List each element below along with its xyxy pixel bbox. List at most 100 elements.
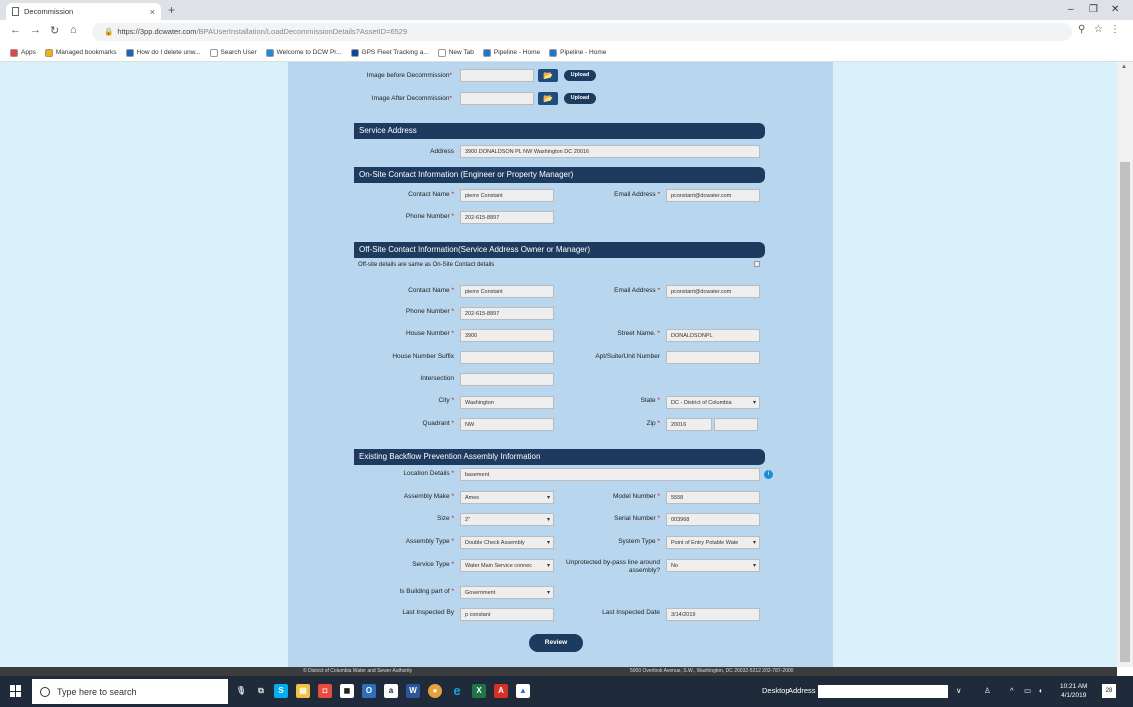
intersection-input[interactable] (460, 373, 554, 386)
bookmark-item[interactable]: Pipeline - Home (482, 48, 540, 57)
service-type-select[interactable]: Water Main Service connec ▾ (460, 559, 554, 572)
assembly-make-select[interactable]: Ames ▾ (460, 491, 554, 504)
folder-icon[interactable]: 📂 (538, 92, 558, 105)
tab-decommission[interactable]: Decommission × (6, 3, 161, 20)
zoom-icon[interactable]: ⚲ (1078, 24, 1085, 35)
word-icon[interactable]: W (406, 684, 420, 698)
chevron-down-icon[interactable]: ∨ (956, 686, 962, 695)
scroll-thumb[interactable] (1120, 162, 1130, 662)
bookmark-label: How do I delete unw... (136, 49, 201, 56)
file-explorer-icon[interactable]: ▤ (296, 684, 310, 698)
onsite-email-label: Email Address * (614, 191, 660, 198)
building-part-select[interactable]: Government ▾ (460, 586, 554, 599)
bookmark-item[interactable]: Apps (10, 48, 36, 57)
taskbar-clock[interactable]: 10:21 AM 4/1/2019 (1060, 682, 1087, 700)
location-details-input[interactable]: basement (460, 468, 760, 481)
amazon-icon[interactable]: a (384, 684, 398, 698)
photos-icon[interactable]: ▲ (516, 684, 530, 698)
page-scrollbar[interactable]: ▲ (1117, 62, 1133, 667)
bookmark-item[interactable]: Pipeline - Home (549, 48, 606, 57)
app-red-icon[interactable]: ◘ (318, 684, 332, 698)
upload-before-button[interactable]: Upload (564, 70, 596, 81)
chrome-icon[interactable]: ● (428, 684, 442, 698)
assembly-type-select[interactable]: Double Check Assembly ▾ (460, 536, 554, 549)
onsite-contact-name-input[interactable]: pierre Constant (460, 189, 554, 202)
taskbar-search-input[interactable]: Type here to search (32, 679, 228, 704)
zip-ext-input[interactable] (714, 418, 758, 431)
close-tab-icon[interactable]: × (150, 7, 155, 17)
windows-start-icon[interactable] (10, 685, 22, 697)
outlook-icon[interactable]: O (362, 684, 376, 698)
taskbar-address-input[interactable] (818, 685, 948, 698)
bookmark-item[interactable]: GPS Fleet Tracking a... (350, 48, 429, 57)
house-suffix-input[interactable] (460, 351, 554, 364)
quadrant-input[interactable]: NW (460, 418, 554, 431)
menu-icon[interactable]: ⋮ (1110, 24, 1120, 35)
state-select[interactable]: DC - District of Columbia ▾ (666, 396, 760, 409)
size-select[interactable]: 2" ▾ (460, 513, 554, 526)
onsite-phone-input[interactable]: 202-615-8897 (460, 211, 554, 224)
apt-input[interactable] (666, 351, 760, 364)
last-inspected-by-input[interactable]: p constant (460, 608, 554, 621)
offsite-contact-name-input[interactable]: pierre Constant (460, 285, 554, 298)
system-type-select[interactable]: Point of Entry Potable Wate ▾ (666, 536, 760, 549)
edge-icon[interactable]: e (450, 684, 464, 698)
offsite-email-input[interactable]: pconstant@dcwater.com (666, 285, 760, 298)
bookmark-item[interactable]: Managed bookmarks (44, 48, 117, 57)
back-icon[interactable]: ← (10, 24, 21, 36)
city-input[interactable]: Washington (460, 396, 554, 409)
new-tab-icon[interactable]: + (168, 3, 175, 17)
notification-icon[interactable]: 28 (1102, 684, 1116, 698)
star-icon[interactable]: ☆ (1094, 24, 1103, 35)
serial-number-input[interactable]: 003968 (666, 513, 760, 526)
upload-after-button[interactable]: Upload (564, 93, 596, 104)
reload-icon[interactable]: ↻ (50, 24, 59, 37)
url-input[interactable]: 🔒 https://3pp.dcwater.com/BPAUserInstalla… (92, 23, 1072, 41)
volume-icon[interactable]: ◖ (1038, 686, 1043, 695)
address-input[interactable]: 3900 DONALDSON PL NW Washington DC 20016 (460, 145, 760, 158)
onsite-email-input[interactable]: pconstant@dcwater.com (666, 189, 760, 202)
info-icon[interactable]: i (764, 470, 773, 479)
page-content: Image before Decommission* 📂 Upload Imag… (0, 62, 1117, 667)
task-view-icon[interactable]: ⧉ (254, 684, 268, 698)
restore-icon[interactable]: ❐ (1089, 4, 1098, 15)
service-type-label: Service Type * (412, 561, 454, 568)
bookmark-item[interactable]: Welcome to DCW Pr... (265, 48, 342, 57)
bookmark-item[interactable]: How do I delete unw... (125, 48, 201, 57)
house-number-input[interactable]: 3900 (460, 329, 554, 342)
offsite-phone-input[interactable]: 202-615-8897 (460, 307, 554, 320)
clock-date: 4/1/2019 (1061, 692, 1087, 699)
minimize-icon[interactable]: – (1068, 4, 1074, 15)
close-window-icon[interactable]: ✕ (1111, 4, 1119, 15)
forward-icon[interactable]: → (30, 24, 41, 36)
tray-chevron-icon[interactable]: ^ (1010, 686, 1014, 695)
bookmark-item[interactable]: New Tab (437, 48, 474, 57)
skype-icon[interactable]: S (274, 684, 288, 698)
bypass-select[interactable]: No ▾ (666, 559, 760, 572)
bookmark-item[interactable]: Search User (209, 48, 257, 57)
camera-icon[interactable]: ◼ (340, 684, 354, 698)
image-after-input[interactable] (460, 92, 534, 105)
folder-icon[interactable]: 📂 (538, 69, 558, 82)
chevron-down-icon: ▾ (546, 540, 550, 546)
bookmark-favicon-icon (10, 48, 18, 57)
assembly-type-label: Assembly Type * (405, 538, 454, 545)
scroll-up-icon[interactable]: ▲ (1121, 64, 1127, 70)
last-inspected-date-input[interactable]: 3/14/2019 (666, 608, 760, 621)
decommission-form: Image before Decommission* 📂 Upload Imag… (288, 62, 833, 667)
home-icon[interactable]: ⌂ (70, 24, 77, 36)
review-button[interactable]: Review (529, 634, 583, 652)
model-number-input[interactable]: 5558 (666, 491, 760, 504)
size-label: Size * (437, 515, 454, 522)
same-as-onsite-checkbox[interactable] (754, 261, 760, 267)
excel-icon[interactable]: X (472, 684, 486, 698)
desktop-toolbar-label[interactable]: Desktop (762, 686, 790, 695)
zip-input[interactable]: 20016 (666, 418, 712, 431)
people-icon[interactable]: ♙ (984, 686, 991, 695)
taskbar-search-placeholder: Type here to search (57, 686, 137, 697)
acrobat-icon[interactable]: A (494, 684, 508, 698)
image-before-input[interactable] (460, 69, 534, 82)
street-name-input[interactable]: DONALDSONPL (666, 329, 760, 342)
microphone-icon[interactable]: 🎙 (234, 684, 248, 698)
network-icon[interactable]: ▭ (1024, 686, 1031, 695)
